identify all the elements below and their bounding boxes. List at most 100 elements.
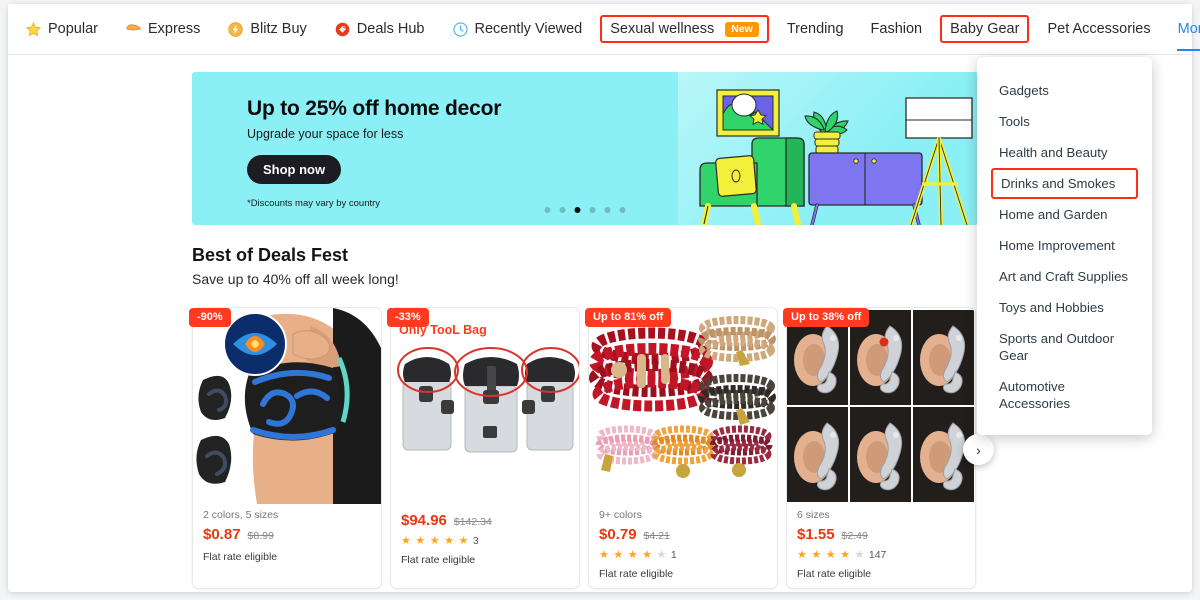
category-navbar: Popular Express Blitz Buy Deals Hub Rece…: [8, 4, 1200, 55]
star-icon: ★: [401, 534, 412, 547]
promo-banner[interactable]: Up to 25% off home decor Upgrade your sp…: [192, 72, 978, 225]
star-icon: ★: [797, 548, 808, 561]
menu-item-home-improvement[interactable]: Home Improvement: [977, 230, 1152, 261]
discount-badge: Up to 81% off: [585, 308, 672, 327]
product-price: $0.87: [203, 526, 241, 543]
banner-title: Up to 25% off home decor: [247, 97, 502, 120]
rating-count: 3: [472, 535, 479, 547]
menu-item-tools[interactable]: Tools: [977, 106, 1152, 137]
product-card[interactable]: Up to 81% off 9+ colors $0.79 $4.21 ★ ★ …: [585, 307, 778, 589]
carousel-next-button[interactable]: ›: [963, 434, 994, 465]
product-card[interactable]: -90% 2 colors, 5 sizes $0.87 $8.99 Flat …: [189, 307, 382, 589]
product-card[interactable]: -33% Only TooL Bag $94.96 $142.34 ★ ★ ★ …: [387, 307, 580, 589]
rating-count: 1: [670, 549, 677, 561]
product-rating: ★ ★ ★ ★ ★ 147: [797, 549, 967, 561]
product-rating: ★ ★ ★ ★ ★ 1: [599, 549, 769, 561]
star-icon: ★: [840, 548, 851, 561]
lightning-icon: [227, 21, 244, 38]
product-shipping: Flat rate eligible: [203, 551, 278, 563]
banner-dot[interactable]: [559, 207, 566, 213]
product-price-row: $0.79 $4.21: [599, 526, 769, 544]
nav-item-baby-gear[interactable]: Baby Gear: [940, 15, 1030, 43]
star-icon-empty: ★: [656, 548, 667, 561]
product-old-price: $8.99: [247, 530, 274, 542]
menu-item-home-and-garden[interactable]: Home and Garden: [977, 199, 1152, 230]
banner-dot[interactable]: [619, 207, 626, 213]
star-icon: ★: [599, 548, 610, 561]
star-icon: ★: [642, 548, 653, 561]
product-variant: 6 sizes: [797, 509, 830, 521]
product-image[interactable]: [193, 308, 381, 504]
product-price: $0.79: [599, 526, 637, 543]
menu-item-art-and-craft-supplies[interactable]: Art and Craft Supplies: [977, 261, 1152, 292]
menu-item-automotive-accessories[interactable]: Automotive Accessories: [977, 371, 1152, 419]
star-icon: ★: [444, 534, 455, 547]
nav-item-label: Sexual wellness: [610, 21, 715, 37]
banner-subtitle: Upgrade your space for less: [247, 127, 404, 141]
nav-item-label: Express: [147, 21, 201, 37]
nav-item-popular[interactable]: Popular: [16, 16, 107, 43]
banner-dot-active[interactable]: [574, 207, 581, 213]
menu-item-toys-and-hobbies[interactable]: Toys and Hobbies: [977, 292, 1152, 323]
nav-item-label: Baby Gear: [950, 21, 1020, 37]
nav-item-pet-accessories[interactable]: Pet Accessories: [1038, 16, 1159, 42]
nav-item-deals-hub[interactable]: Deals Hub: [325, 16, 434, 43]
banner-dot[interactable]: [544, 207, 551, 213]
product-shipping: Flat rate eligible: [401, 554, 476, 566]
nav-item-label: Fashion: [870, 21, 923, 37]
product-info: 9+ colors $0.79 $4.21 ★ ★ ★ ★ ★ 1 Flat r…: [599, 508, 769, 581]
content-card: Popular Express Blitz Buy Deals Hub Rece…: [8, 4, 1200, 592]
nav-item-label: Blitz Buy: [250, 21, 307, 37]
nav-item-label: Trending: [786, 21, 844, 37]
star-icon: ★: [458, 534, 469, 547]
page-root: Popular Express Blitz Buy Deals Hub Rece…: [0, 0, 1200, 600]
product-price-row: $1.55 $2.49: [797, 526, 967, 544]
nav-item-label: Recently Viewed: [474, 21, 583, 37]
product-card[interactable]: Up to 38% off 6 sizes $1.55 $2.49 ★ ★ ★ …: [783, 307, 976, 589]
nav-item-more[interactable]: More: [1169, 16, 1200, 51]
product-rating: ★ ★ ★ ★ ★ 3: [401, 535, 571, 547]
menu-item-health-and-beauty[interactable]: Health and Beauty: [977, 137, 1152, 168]
section-subtitle: Save up to 40% off all week long!: [192, 271, 399, 287]
star-icon: ★: [415, 534, 426, 547]
menu-item-sports-and-outdoor-gear[interactable]: Sports and Outdoor Gear: [977, 323, 1152, 371]
product-price: $1.55: [797, 526, 835, 543]
star-icon: ★: [811, 548, 822, 561]
product-image[interactable]: [589, 308, 777, 504]
nav-item-label: Pet Accessories: [1047, 21, 1151, 37]
nav-item-express[interactable]: Express: [116, 16, 209, 43]
section-title: Best of Deals Fest: [192, 245, 349, 265]
product-variant: 2 colors, 5 sizes: [203, 509, 279, 521]
new-badge: New: [725, 21, 759, 37]
star-icon-empty: ★: [854, 548, 865, 561]
product-shipping: Flat rate eligible: [797, 568, 872, 580]
nav-item-trending[interactable]: Trending: [778, 16, 853, 42]
nav-item-blitz-buy[interactable]: Blitz Buy: [218, 16, 315, 43]
product-price-row: $0.87 $8.99: [203, 526, 373, 544]
more-dropdown-menu: Gadgets Tools Health and Beauty Drinks a…: [977, 57, 1152, 435]
banner-dots[interactable]: [544, 207, 626, 213]
shop-now-button[interactable]: Shop now: [247, 155, 342, 184]
banner-dot[interactable]: [604, 207, 611, 213]
nav-item-sexual-wellness[interactable]: Sexual wellness New: [600, 15, 769, 43]
menu-item-drinks-and-smokes[interactable]: Drinks and Smokes: [991, 168, 1138, 199]
banner-dot[interactable]: [589, 207, 596, 213]
nav-item-label: Popular: [48, 21, 98, 37]
product-old-price: $4.21: [643, 530, 670, 542]
star-icon: [25, 21, 42, 38]
product-image[interactable]: [787, 308, 975, 504]
product-old-price: $142.34: [453, 516, 492, 528]
star-icon: ★: [429, 534, 441, 547]
product-price: $94.96: [401, 512, 447, 529]
banner-text-block: Up to 25% off home decor Upgrade your sp…: [247, 96, 677, 209]
product-info: 2 colors, 5 sizes $0.87 $8.99 Flat rate …: [203, 508, 373, 564]
nav-item-recently-viewed[interactable]: Recently Viewed: [443, 16, 592, 43]
tag-icon: [334, 21, 351, 38]
product-image[interactable]: [391, 308, 579, 504]
menu-item-gadgets[interactable]: Gadgets: [977, 75, 1152, 106]
product-grid: -90% 2 colors, 5 sizes $0.87 $8.99 Flat …: [189, 307, 1012, 591]
product-info: 6 sizes $1.55 $2.49 ★ ★ ★ ★ ★ 147 Flat r…: [797, 508, 967, 581]
nav-item-fashion[interactable]: Fashion: [862, 16, 932, 42]
nav-item-label: More: [1177, 21, 1200, 37]
star-icon: ★: [613, 548, 624, 561]
